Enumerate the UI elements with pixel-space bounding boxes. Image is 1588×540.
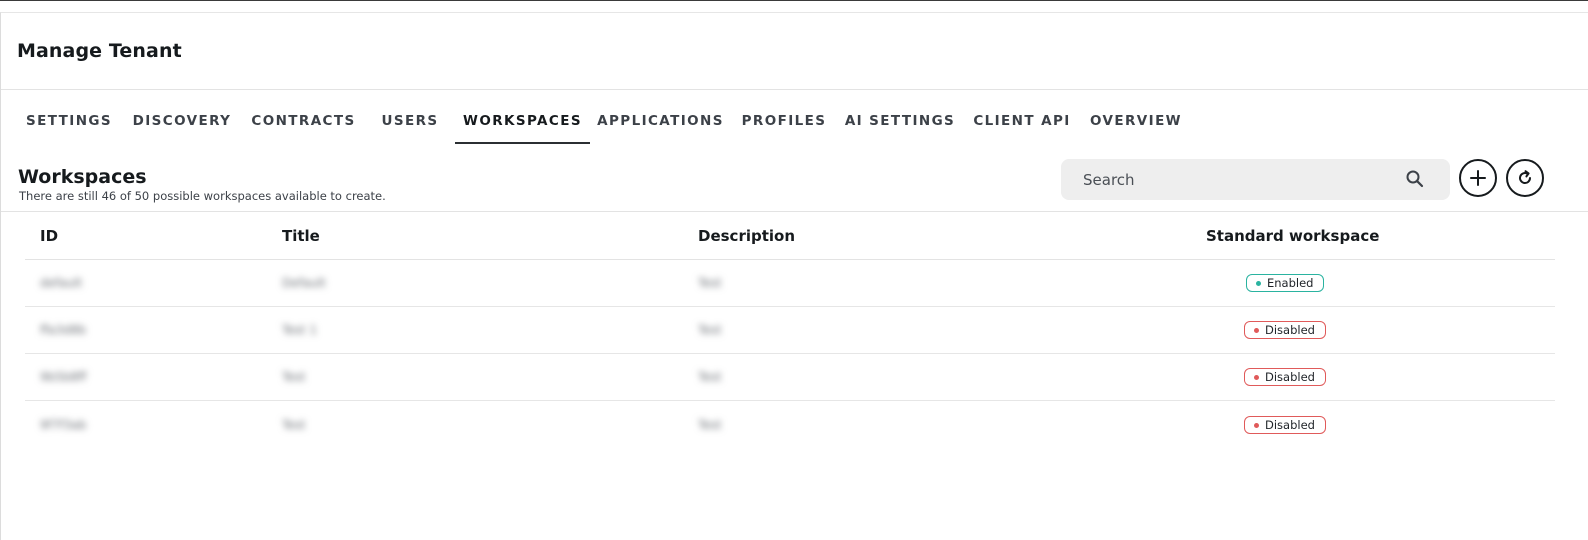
- cell-title: Test: [282, 370, 306, 384]
- search-input[interactable]: [1083, 168, 1383, 192]
- table-row[interactable]: ffa3d8b Test 1 Test Disabled: [25, 307, 1555, 354]
- header-divider: [1, 89, 1588, 90]
- refresh-button[interactable]: [1506, 159, 1544, 197]
- table-top-divider: [1, 211, 1588, 212]
- status-dot-icon: [1254, 374, 1259, 380]
- refresh-icon: [1519, 170, 1532, 184]
- tab-discovery[interactable]: DISCOVERY: [124, 100, 240, 144]
- cell-title: Test 1: [282, 323, 318, 337]
- cell-description: Test: [698, 276, 722, 290]
- status-dot-icon: [1256, 280, 1261, 286]
- table-row[interactable]: default Default Test Enabled: [25, 260, 1555, 307]
- page-title: Manage Tenant: [17, 40, 182, 62]
- tab-overview[interactable]: OVERVIEW: [1082, 100, 1190, 144]
- cell-description: Test: [698, 418, 722, 432]
- column-header-id[interactable]: ID: [40, 227, 58, 245]
- status-label: Disabled: [1265, 418, 1315, 432]
- search-box[interactable]: [1061, 159, 1450, 200]
- table-row[interactable]: 9b5b8ff Test Test Disabled: [25, 354, 1555, 401]
- cell-title: Default: [282, 276, 326, 290]
- status-badge: Disabled: [1244, 416, 1326, 434]
- status-badge: Disabled: [1244, 368, 1326, 386]
- add-workspace-button[interactable]: [1459, 159, 1497, 197]
- window-top-border: [0, 0, 1588, 1]
- tab-profiles[interactable]: PROFILES: [734, 100, 834, 144]
- cell-description: Test: [698, 323, 722, 337]
- cell-title: Test: [282, 418, 306, 432]
- cell-id: 9b5b8ff: [40, 370, 87, 384]
- column-header-title[interactable]: Title: [282, 227, 320, 245]
- cell-id: ffa3d8b: [40, 323, 87, 337]
- status-dot-icon: [1254, 422, 1259, 428]
- plus-icon: [1470, 170, 1486, 186]
- tab-client-api[interactable]: CLIENT API: [966, 100, 1078, 144]
- cell-id: default: [40, 276, 83, 290]
- status-label: Disabled: [1265, 370, 1315, 384]
- tab-users[interactable]: USERS: [369, 100, 451, 144]
- column-header-standard-workspace[interactable]: Standard workspace: [1206, 227, 1379, 245]
- search-icon[interactable]: [1405, 169, 1425, 189]
- tab-contracts[interactable]: CONTRACTS: [243, 100, 364, 144]
- status-label: Enabled: [1267, 276, 1314, 290]
- status-badge: Disabled: [1244, 321, 1326, 339]
- status-label: Disabled: [1265, 323, 1315, 337]
- tab-bar: SETTINGS DISCOVERY CONTRACTS USERS WORKS…: [0, 100, 1300, 144]
- status-dot-icon: [1254, 327, 1259, 333]
- section-title: Workspaces: [18, 166, 147, 188]
- row-divider: [25, 400, 1555, 401]
- cell-id: 9f7f3ab: [40, 418, 87, 432]
- status-badge: Enabled: [1246, 274, 1325, 292]
- table-row[interactable]: 9f7f3ab Test Test Disabled: [25, 402, 1555, 449]
- cell-description: Test: [698, 370, 722, 384]
- section-subtitle: There are still 46 of 50 possible worksp…: [19, 189, 386, 203]
- tab-settings[interactable]: SETTINGS: [17, 100, 121, 144]
- column-header-description[interactable]: Description: [698, 227, 795, 245]
- tab-applications[interactable]: APPLICATIONS: [592, 100, 729, 144]
- tab-workspaces[interactable]: WORKSPACES: [455, 100, 590, 144]
- tab-ai-settings[interactable]: AI SETTINGS: [838, 100, 962, 144]
